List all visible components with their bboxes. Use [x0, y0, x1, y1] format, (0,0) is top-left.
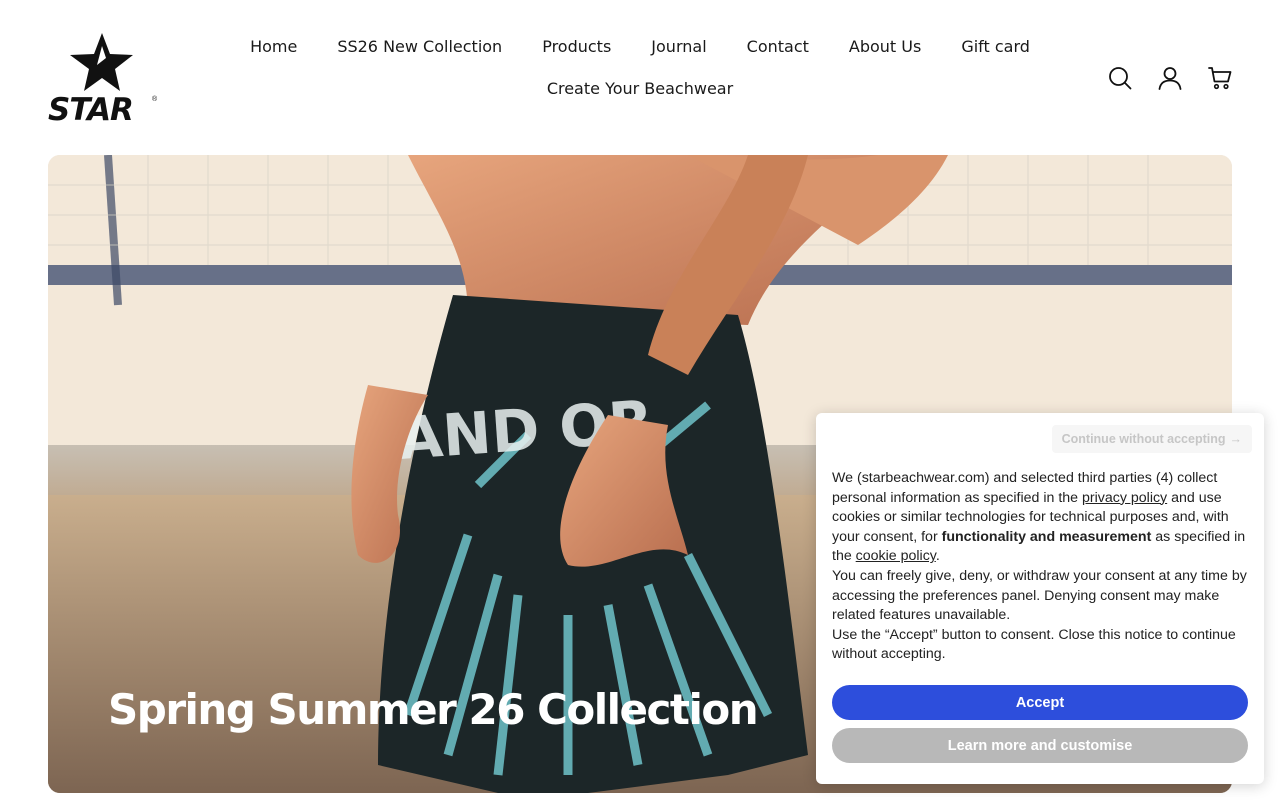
registered-mark: ® [152, 96, 158, 103]
cookie-consent-banner: Continue without accepting → We (starbea… [816, 413, 1264, 784]
header-actions [1108, 64, 1232, 92]
brand-logo[interactable]: STAR ® [48, 32, 160, 128]
star-logo-icon [70, 33, 133, 91]
nav-products[interactable]: Products [542, 36, 611, 57]
cart-icon[interactable] [1208, 64, 1232, 92]
nav-contact[interactable]: Contact [747, 36, 809, 57]
accept-button[interactable]: Accept [832, 685, 1248, 720]
nav-about-us[interactable]: About Us [849, 36, 921, 57]
nav-create-your-beachwear[interactable]: Create Your Beachwear [547, 78, 733, 99]
nav-journal[interactable]: Journal [651, 36, 706, 57]
cookie-paragraph-2: You can freely give, deny, or withdraw y… [832, 567, 1247, 624]
main-nav: Home SS26 New Collection Products Journa… [230, 36, 1050, 99]
privacy-policy-link[interactable]: privacy policy [1082, 490, 1167, 506]
search-icon[interactable] [1108, 64, 1132, 92]
hero-title: Spring Summer 26 Collection [108, 685, 759, 734]
cookie-notice-text: We (starbeachwear.com) and selected thir… [832, 469, 1248, 665]
cookie-paragraph-3: Use the “Accept” button to consent. Clos… [832, 626, 1236, 663]
account-icon[interactable] [1158, 64, 1182, 92]
nav-gift-card[interactable]: Gift card [961, 36, 1030, 57]
cookie-policy-link[interactable]: cookie policy [856, 548, 936, 564]
site-header: STAR ® Home SS26 New Collection Products… [0, 0, 1280, 140]
learn-more-button[interactable]: Learn more and customise [832, 728, 1248, 763]
cookie-paragraph-1: We (starbeachwear.com) and selected thir… [832, 470, 1246, 565]
continue-without-accepting-button[interactable]: Continue without accepting → [1051, 425, 1252, 453]
nav-home[interactable]: Home [250, 36, 297, 57]
logo-wordmark: STAR [48, 92, 134, 128]
continue-label: Continue without accepting [1061, 432, 1226, 446]
nav-ss26-new-collection[interactable]: SS26 New Collection [337, 36, 502, 57]
arrow-right-icon: → [1229, 432, 1243, 446]
